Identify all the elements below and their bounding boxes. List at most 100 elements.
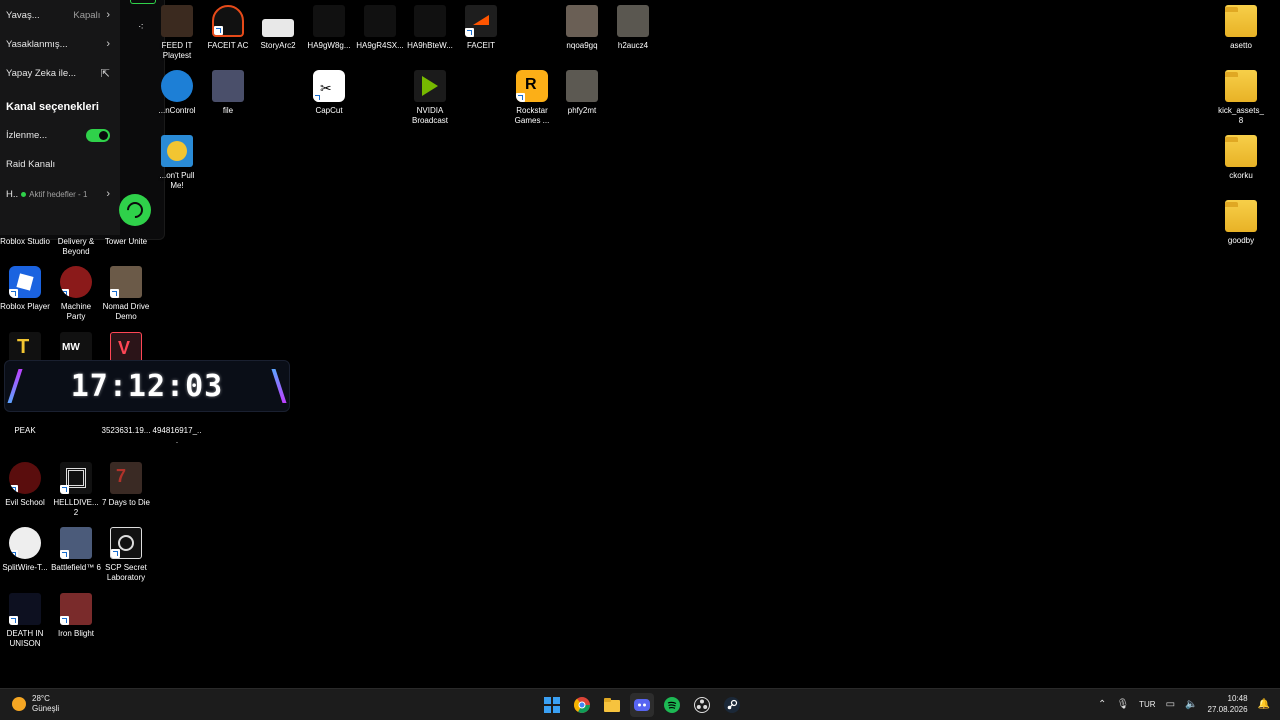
desktop-icon-ncontrol[interactable]: ...nControl	[152, 70, 202, 116]
start-button[interactable]	[540, 693, 564, 717]
7-days-icon: 7	[110, 462, 142, 494]
desktop-icon-ha9hbtew[interactable]: HA9hBteW...	[405, 5, 455, 51]
desktop-icon-nomad-drive[interactable]: Nomad Drive Demo	[101, 266, 151, 322]
microphone-icon[interactable]: 🎙	[1116, 699, 1129, 710]
desktop-icon-h2aucz4[interactable]: h2aucz4	[608, 5, 658, 51]
desktop-icon-splitwire[interactable]: SplitWire-T...	[0, 527, 50, 573]
machine-party-icon	[60, 266, 92, 298]
delivery-beyond-icon	[60, 201, 92, 233]
desktop-icon-ha9gr4sx[interactable]: HA9gR4SX...	[355, 5, 405, 51]
desktop-icon-roblox-player[interactable]: Roblox Player	[0, 266, 50, 312]
desktop-icon-battlefield-6[interactable]: Battlefield™ 6	[51, 527, 101, 573]
language-indicator[interactable]: TUR	[1139, 700, 1155, 709]
panel-tab-icon[interactable]	[130, 0, 156, 4]
desktop-icon-evil-school[interactable]: Evil School	[0, 462, 50, 508]
notification-bell-icon[interactable]: 🔔	[1258, 699, 1270, 710]
desktop-icon-iron-blight[interactable]: Iron Blight	[51, 593, 101, 639]
desktop-icon-rockstar-games[interactable]: R Rockstar Games ...	[507, 70, 557, 126]
chevron-right-icon: ›	[106, 188, 110, 200]
slow-mode-label: Yavaş...	[6, 9, 40, 21]
taskbar: 28°C Güneşli ⌃ 🎙 TUR ▭ 🔈 10:48 27.08.202…	[0, 688, 1280, 720]
weather-widget[interactable]: 28°C Güneşli	[12, 694, 59, 714]
desktop-icon-3523631[interactable]: 3523631.19...	[101, 416, 151, 436]
fan-control-icon	[161, 70, 193, 102]
desktop-icon-494816917[interactable]: 494816917_...	[152, 416, 202, 446]
raid-channel-row[interactable]: Raid Kanalı	[6, 159, 110, 170]
chrome-icon	[574, 697, 590, 713]
chevron-right-icon: ›	[106, 9, 110, 21]
raid-channel-label: Raid Kanalı	[6, 159, 56, 170]
channel-options-title: Kanal seçenekleri	[6, 101, 99, 113]
desktop-icon-feed-it[interactable]: FEED IT Playtest	[152, 5, 202, 61]
ai-moderation-row[interactable]: Yapay Zeka ile... ⇱	[6, 67, 110, 80]
chevron-up-icon[interactable]: ⌃	[1098, 699, 1106, 710]
desktop-icon-scp-secret-lab[interactable]: SCP Secret Laboratory	[101, 527, 151, 583]
folder-icon	[604, 698, 620, 712]
desktop-icon-nvidia-broadcast[interactable]: NVIDIA Broadcast	[405, 70, 455, 126]
spotify-button[interactable]	[660, 693, 684, 717]
taskbar-time: 10:48	[1227, 694, 1248, 703]
chrome-button[interactable]	[570, 693, 594, 717]
image-file-icon	[313, 5, 345, 37]
ai-moderation-label: Yapay Zeka ile...	[6, 68, 77, 79]
game-icon	[161, 135, 193, 167]
iron-blight-icon	[60, 593, 92, 625]
obs-button[interactable]	[690, 693, 714, 717]
desktop-icon-dont-pull-me[interactable]: ...on't Pull Me!	[152, 135, 202, 191]
photo-icon	[617, 5, 649, 37]
watch-toggle[interactable]	[86, 129, 110, 142]
desktop-icon-asetto[interactable]: asetto	[1216, 5, 1266, 51]
taskbar-apps	[540, 693, 744, 717]
discord-icon	[634, 699, 650, 711]
roblox-player-icon	[9, 266, 41, 298]
desktop-icon-ha9gw8g[interactable]: HA9gW8g...	[304, 5, 354, 51]
desktop-icon-roblox-studio[interactable]: Roblox Studio	[0, 201, 50, 247]
desktop-icon-faceit-ac[interactable]: FACEIT AC	[203, 5, 253, 51]
evil-school-icon	[9, 462, 41, 494]
sun-icon	[12, 697, 26, 711]
storyarc2-icon	[262, 19, 294, 37]
desktop-icon-file[interactable]: file	[203, 70, 253, 116]
goals-status: Aktif hedefler - 1	[29, 189, 88, 199]
roblox-studio-icon	[9, 201, 41, 233]
share-icon[interactable]: ⁖	[138, 22, 144, 33]
folder-icon	[1225, 70, 1257, 102]
desktop-icon-death-in-unison[interactable]: DEATH IN UNISON	[0, 593, 50, 649]
desktop-icon-tower-unite[interactable]: Tower Unite	[101, 201, 151, 247]
folder-icon	[1225, 5, 1257, 37]
rockstar-icon: R	[516, 70, 548, 102]
desktop-icon-7-days-to-die[interactable]: 77 Days to Die	[101, 462, 151, 508]
speaker-icon[interactable]: 🔈	[1185, 699, 1197, 710]
clock-widget: 17:12:03	[4, 360, 290, 412]
clock-date[interactable]: 10:48 27.08.2026	[1208, 693, 1248, 715]
discord-button[interactable]	[630, 693, 654, 717]
desktop-icon-faceit[interactable]: FACEIT	[456, 5, 506, 51]
obs-icon	[694, 697, 710, 713]
slow-mode-row[interactable]: Yavaş... Kapalı ›	[6, 9, 110, 21]
desktop-icon-goodby[interactable]: goodby	[1216, 200, 1266, 246]
desktop-icon-phfy2mt[interactable]: phfy2mt	[557, 70, 607, 116]
file-explorer-button[interactable]	[600, 693, 624, 717]
goals-row[interactable]: H.. Aktif hedefler - 1 ›	[6, 188, 110, 200]
desktop-icon-helldivers-2[interactable]: HELLDIVE... 2	[51, 462, 101, 518]
steam-button[interactable]	[720, 693, 744, 717]
desktop-icon-delivery-beyond[interactable]: Delivery & Beyond	[51, 201, 101, 257]
desktop-icon-peak[interactable]: PEAK	[0, 416, 50, 436]
helldivers-icon	[60, 462, 92, 494]
weather-desc: Güneşli	[32, 704, 60, 713]
desktop-icon-storyarc2[interactable]: StoryArc2	[253, 5, 303, 51]
capcut-icon: ✂	[313, 70, 345, 102]
desktop-icon-capcut[interactable]: ✂ CapCut	[304, 70, 354, 116]
desktop-icon-ckorku[interactable]: ckorku	[1216, 135, 1266, 181]
bracket-left-icon	[7, 369, 29, 403]
watch-row[interactable]: İzlenme...	[6, 129, 110, 142]
desktop-icon-nqoa9gq[interactable]: nqoa9gq	[557, 5, 607, 51]
nvidia-broadcast-icon	[414, 70, 446, 102]
monitor-icon[interactable]: ▭	[1166, 699, 1175, 710]
faceit-icon	[465, 5, 497, 37]
image-file-icon	[110, 416, 142, 426]
desktop-icon-kick-assets[interactable]: kick_assets_8	[1216, 70, 1266, 126]
desktop-icon-machine-party[interactable]: Machine Party	[51, 266, 101, 322]
banned-row[interactable]: Yasaklanmış... ›	[6, 38, 110, 50]
chevron-right-icon: ›	[106, 38, 110, 50]
